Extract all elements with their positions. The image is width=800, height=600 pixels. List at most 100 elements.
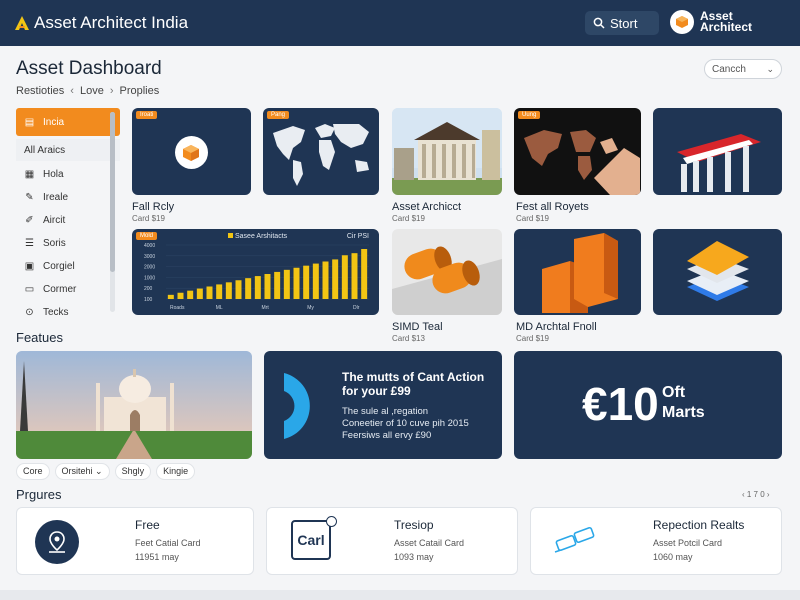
card-price: Card $19 — [132, 214, 165, 223]
chevron-down-icon: ⌄ — [766, 63, 774, 74]
chip[interactable]: Core — [16, 463, 50, 480]
promo-heading: The mutts of Cant Action for your £99 — [342, 370, 484, 398]
x-tick-label: Roads — [170, 305, 185, 311]
asset-card-box[interactable]: Iroati — [132, 108, 251, 195]
government-building-card[interactable] — [653, 108, 782, 195]
blocks-illustration — [542, 233, 618, 313]
breadcrumb-item[interactable]: Proplies — [120, 85, 160, 97]
program-line: 1060 may — [653, 552, 693, 562]
legend-swatch — [228, 233, 233, 238]
card-icon: Carl — [291, 520, 331, 560]
y-tick-label: 2000 — [144, 265, 155, 271]
program-title: Tresiop — [394, 518, 434, 532]
offer-line2: Marts — [662, 404, 705, 421]
search-button[interactable]: Stort — [585, 11, 659, 35]
chart-bar — [274, 271, 281, 299]
program-line: Feet Catial Card — [135, 538, 201, 548]
search-icon — [593, 17, 605, 29]
chart-bar — [303, 265, 310, 299]
offer-line1: Oft — [662, 384, 686, 401]
program-card[interactable]: Free Feet Catial Card 11951 may — [16, 507, 254, 575]
chart-bar — [322, 261, 329, 299]
architecture-card[interactable] — [392, 108, 502, 195]
promo-line: Feersiws all ervy £90 — [342, 430, 432, 441]
sidebar-item-all[interactable]: All Araics — [16, 139, 120, 161]
breadcrumb-item[interactable]: Restioties — [16, 85, 64, 97]
filter-select[interactable]: Cancch ⌄ — [704, 59, 782, 79]
bar-chart: 4000 3000 2000 1000 200 100 Roads ML Mrt My Dlr — [144, 243, 369, 311]
sidebar-item-label: Corgiel — [43, 261, 75, 272]
sidebar-scrollbar[interactable] — [110, 112, 115, 312]
blocks-card[interactable] — [514, 229, 641, 315]
program-line: Asset Catail Card — [394, 538, 465, 548]
avatar — [670, 10, 694, 34]
y-tick-label: 100 — [144, 297, 153, 303]
card-icon-label: Carl — [297, 532, 325, 548]
filter-chips: Core Orsitehi ⌄ Shgly Kingie — [16, 463, 196, 480]
taj-mahal-card[interactable] — [16, 351, 252, 459]
sidebar-item-label: All Araics — [24, 144, 66, 156]
promo-line: Coneetier of 10 cuve pih 2015 — [342, 418, 469, 429]
wrench-icon: ✎ — [25, 192, 34, 203]
offer-number: €10 — [582, 378, 659, 430]
world-map-card[interactable]: Pang — [263, 108, 379, 195]
features-title: Featues — [16, 330, 63, 345]
program-card[interactable]: Repection Realts Asset Potcil Card 1060 … — [530, 507, 782, 575]
global-map-card[interactable]: Uung — [514, 108, 641, 195]
chart-bar — [361, 249, 368, 299]
chart-right-label: Cir PSI — [346, 233, 369, 240]
sidebar-item-tecks[interactable]: ⊙ Tecks — [16, 301, 120, 324]
y-tick-label: 1000 — [144, 275, 155, 281]
promo-heading-line1: The mutts of Cant Action — [342, 370, 485, 384]
x-tick-label: Mrt — [262, 305, 270, 311]
profile-name-line2: Architect — [700, 20, 753, 34]
sidebar-item-incia[interactable]: ▤ Incia — [16, 108, 120, 136]
sidebar-item-ireale[interactable]: ✎ Ireale — [16, 186, 120, 209]
sidebar: ▤ Incia All Araics ▦ Hola ✎ Ireale ✐ Air… — [16, 108, 120, 318]
card-title: SIMD Teal — [392, 321, 443, 333]
breadcrumb-item[interactable]: Love — [80, 85, 104, 97]
profile-menu[interactable]: Asset Architect — [670, 10, 760, 34]
promo-heading-line2: for your £99 — [342, 384, 411, 398]
chart-bar — [351, 253, 358, 299]
chart-bar — [187, 290, 194, 299]
scrollbar-thumb[interactable] — [110, 112, 115, 272]
layers-card[interactable] — [653, 229, 782, 315]
program-title: Repection Realts — [653, 518, 745, 532]
chart-bar — [332, 259, 339, 299]
card-tag: Iroati — [136, 111, 158, 119]
building-illustration — [392, 108, 502, 195]
brand[interactable]: Asset Architect India — [14, 13, 188, 33]
pagination[interactable]: ‹ 1 7 0 › — [742, 490, 770, 499]
donut-chart-icon — [284, 373, 310, 439]
search-label: Stort — [610, 15, 638, 31]
brand-name: Asset Architect India — [34, 13, 189, 32]
sidebar-item-hola[interactable]: ▦ Hola — [16, 163, 120, 186]
taj-mahal-image — [16, 351, 252, 459]
pipes-card[interactable] — [392, 229, 502, 315]
chip[interactable]: Shgly — [114, 463, 152, 480]
settings-icon: ⊙ — [25, 307, 34, 318]
sidebar-item-label: Cormer — [43, 284, 77, 295]
sidebar-item-cormer[interactable]: ▭ Cormer — [16, 278, 120, 301]
chart-bar — [245, 278, 252, 299]
card-price: Card $19 — [392, 214, 425, 223]
chart-bar — [216, 284, 223, 299]
bar-chart-card[interactable]: Mold Sasee Arshitacts Cir PSI 4000 3000 20… — [132, 229, 379, 315]
sidebar-item-corgiel[interactable]: ▣ Corgiel — [16, 255, 120, 278]
promo-body: The sule al ,regation Coneetier of 10 cu… — [342, 406, 469, 442]
chat-icon: ▭ — [24, 284, 35, 295]
chart-bar — [196, 288, 203, 299]
offer-card[interactable]: €10 Oft Marts — [514, 351, 782, 459]
promo-card[interactable]: The mutts of Cant Action for your £99 Th… — [264, 351, 502, 459]
sidebar-item-label: Soris — [43, 238, 66, 249]
chart-bar — [167, 294, 174, 299]
card-title: Asset Archicct — [392, 201, 462, 213]
sidebar-item-aircit[interactable]: ✐ Aircit — [16, 209, 120, 232]
promo-line: The sule al ,regation — [342, 406, 429, 417]
sidebar-item-soris[interactable]: ☰ Soris — [16, 232, 120, 255]
chip[interactable]: Kingie — [156, 463, 196, 480]
program-card[interactable]: Carl Tresiop Asset Catail Card 1093 may — [266, 507, 518, 575]
columns-icon — [677, 134, 761, 192]
chip-dropdown[interactable]: Orsitehi ⌄ — [54, 463, 110, 480]
